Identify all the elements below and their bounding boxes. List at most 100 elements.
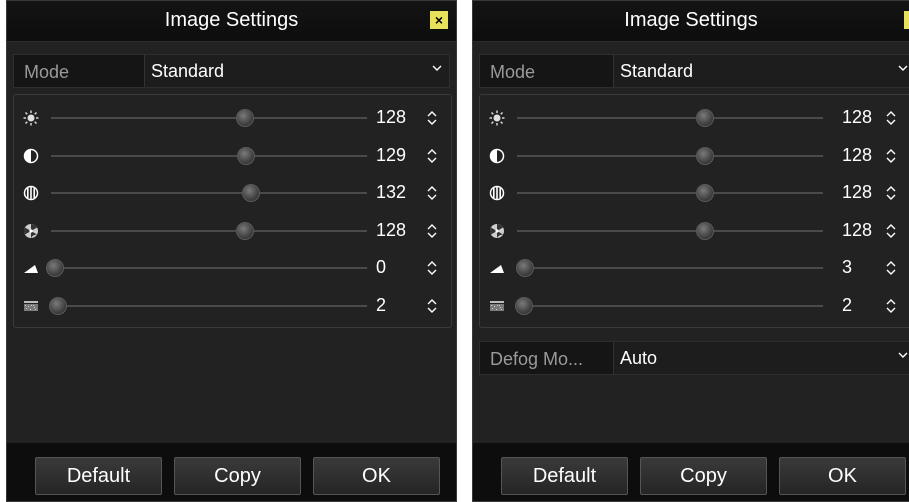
adjustment-row: 128 <box>480 103 909 133</box>
chevron-down-icon <box>898 352 908 358</box>
ok-button[interactable]: OK <box>313 457 440 495</box>
spinner-updown-icon[interactable] <box>426 148 438 164</box>
mode-row: Mode Standard <box>13 54 450 88</box>
close-icon[interactable]: × <box>904 11 909 29</box>
titlebar: Image Settings × <box>7 1 456 42</box>
adjustment-row: 128 <box>480 178 909 208</box>
adjustment-row: 128 <box>14 216 451 246</box>
hue-icon <box>23 223 39 239</box>
hue-icon <box>489 223 505 239</box>
image-settings-dialog-right: Image Settings × Mode Standard 128128128… <box>472 0 909 502</box>
adjustment-panel: 128 128 128 128 3 2 <box>479 94 909 328</box>
chevron-down-icon <box>898 65 908 71</box>
slider-track[interactable] <box>517 154 823 157</box>
spinner-updown-icon[interactable] <box>426 223 438 239</box>
slider-value: 132 <box>376 182 407 202</box>
titlebar: Image Settings × <box>473 1 909 42</box>
slider-track[interactable] <box>51 229 367 232</box>
slider-handle[interactable] <box>695 146 714 165</box>
dialog-title: Image Settings <box>624 9 758 31</box>
spinner-updown-icon[interactable] <box>426 298 438 314</box>
slider-handle[interactable] <box>235 221 254 240</box>
default-button[interactable]: Default <box>501 457 628 495</box>
noise-reduction-icon <box>23 298 39 314</box>
mode-dropdown[interactable]: Standard <box>144 55 449 87</box>
slider-handle[interactable] <box>695 109 714 127</box>
adjustment-row: 0 <box>14 253 451 283</box>
slider-value: 128 <box>842 107 873 127</box>
slider-value: 3 <box>842 257 853 277</box>
slider-handle[interactable] <box>46 259 64 277</box>
mode-dropdown[interactable]: Standard <box>613 55 909 87</box>
mode-label: Mode <box>490 62 536 82</box>
spinner-updown-icon[interactable] <box>885 223 897 239</box>
mode-value: Standard <box>620 61 694 81</box>
close-icon[interactable]: × <box>430 11 448 29</box>
slider-value: 128 <box>376 219 407 240</box>
adjustment-row: 2 <box>14 291 451 321</box>
spinner-updown-icon[interactable] <box>885 298 897 314</box>
brightness-icon <box>23 110 39 126</box>
slider-value: 2 <box>376 294 387 315</box>
ok-button[interactable]: OK <box>779 457 906 495</box>
defog-mode-row: Defog Mo... Auto <box>479 341 909 375</box>
slider-handle[interactable] <box>237 146 256 165</box>
slider-track[interactable] <box>517 192 823 194</box>
slider-track[interactable] <box>51 267 367 269</box>
adjustment-row: 128 <box>480 216 909 246</box>
chevron-down-icon <box>432 65 442 71</box>
slider-handle[interactable] <box>241 184 260 202</box>
slider-handle[interactable] <box>695 221 714 240</box>
adjustment-row: 2 <box>480 291 909 321</box>
slider-value: 128 <box>842 219 873 240</box>
slider-handle[interactable] <box>516 259 535 277</box>
adjustment-panel: 128 129 132 128 0 2 <box>13 94 452 328</box>
dialog-title: Image Settings <box>164 9 299 31</box>
slider-track[interactable] <box>51 154 367 157</box>
spinner-updown-icon[interactable] <box>885 260 897 276</box>
slider-track[interactable] <box>517 117 823 119</box>
saturation-icon <box>23 185 39 201</box>
slider-handle[interactable] <box>235 109 254 127</box>
copy-button[interactable]: Copy <box>174 457 301 495</box>
slider-value: 128 <box>842 144 873 165</box>
slider-track[interactable] <box>51 192 367 194</box>
footer-bar: Default Copy OK <box>473 443 909 501</box>
spinner-updown-icon[interactable] <box>426 185 438 201</box>
brightness-icon <box>489 110 505 126</box>
adjustment-row: 132 <box>14 178 451 208</box>
slider-value: 128 <box>376 107 407 127</box>
slider-handle[interactable] <box>695 184 714 202</box>
slider-handle[interactable] <box>48 296 67 315</box>
adjustment-row: 128 <box>480 141 909 171</box>
spinner-updown-icon[interactable] <box>885 110 897 126</box>
slider-track[interactable] <box>517 267 823 269</box>
spinner-updown-icon[interactable] <box>426 260 438 276</box>
slider-value: 129 <box>376 144 407 165</box>
slider-track[interactable] <box>51 304 367 307</box>
sharpness-icon <box>489 260 505 276</box>
sharpness-icon <box>23 260 39 276</box>
spinner-updown-icon[interactable] <box>885 185 897 201</box>
contrast-icon <box>489 148 505 164</box>
slider-track[interactable] <box>517 229 823 232</box>
mode-value: Standard <box>151 61 225 81</box>
slider-value: 2 <box>842 294 853 315</box>
defog-mode-dropdown[interactable]: Auto <box>613 342 909 374</box>
slider-track[interactable] <box>517 304 823 307</box>
saturation-icon <box>489 185 505 201</box>
image-settings-dialog-left: Image Settings × Mode Standard 128 129 132… <box>6 0 457 502</box>
contrast-icon <box>23 148 39 164</box>
adjustment-row: 3 <box>480 253 909 283</box>
default-button[interactable]: Default <box>35 457 162 495</box>
defog-mode-label: Defog Mo... <box>490 349 584 369</box>
mode-row: Mode Standard <box>479 54 909 88</box>
slider-track[interactable] <box>51 117 367 119</box>
footer-bar: Default Copy OK <box>7 443 456 501</box>
spinner-updown-icon[interactable] <box>426 110 438 126</box>
slider-handle[interactable] <box>514 296 533 315</box>
defog-mode-value: Auto <box>620 348 658 368</box>
spinner-updown-icon[interactable] <box>885 148 897 164</box>
copy-button[interactable]: Copy <box>640 457 767 495</box>
adjustment-row: 128 <box>14 103 451 133</box>
